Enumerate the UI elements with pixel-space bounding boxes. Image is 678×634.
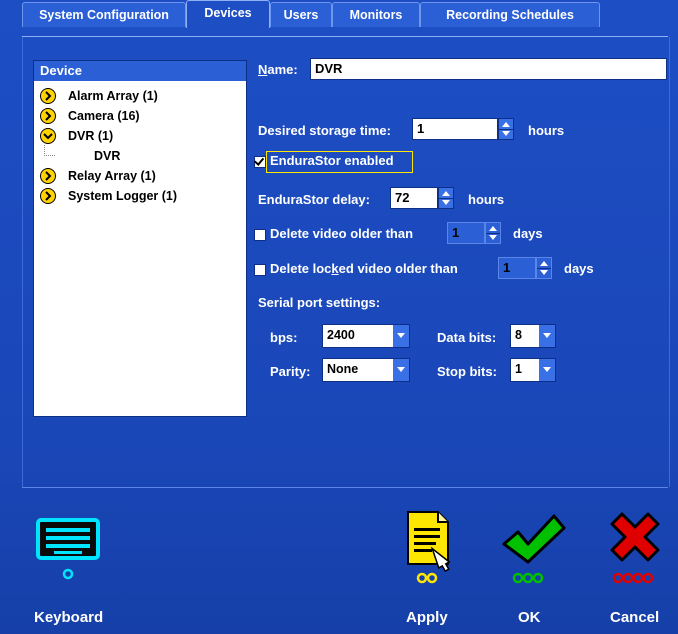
tab-system-configuration[interactable]: System Configuration — [22, 2, 186, 27]
endurastor-enabled-checkbox[interactable] — [254, 156, 266, 168]
name-label: Name: — [258, 62, 298, 77]
parity-label: Parity: — [270, 364, 311, 379]
spin-down-icon[interactable] — [489, 235, 497, 240]
tree-item-alarm-array[interactable]: Alarm Array (1) — [40, 87, 158, 105]
tree-item-label: Relay Array (1) — [68, 169, 156, 183]
spin-up-icon[interactable] — [442, 191, 450, 196]
storage-time-unit: hours — [528, 123, 565, 138]
data-bits-label: Data bits: — [437, 330, 497, 345]
stop-bits-label: Stop bits: — [437, 364, 497, 379]
storage-time-input[interactable]: 1 — [412, 118, 498, 140]
apply-button[interactable] — [402, 508, 462, 588]
tree-item-label: Camera (16) — [68, 109, 140, 123]
ok-label[interactable]: OK — [518, 609, 541, 626]
chevron-down-icon[interactable] — [539, 325, 555, 347]
expand-arrow-icon[interactable] — [40, 167, 56, 184]
tree-item-label: DVR (1) — [68, 129, 114, 143]
parity-dropdown[interactable]: None — [322, 358, 410, 382]
endurastor-delay-unit: hours — [468, 192, 505, 207]
delete-video-days-input[interactable]: 1 — [447, 222, 485, 244]
checkmark-icon — [502, 514, 566, 584]
keyboard-label[interactable]: Keyboard — [34, 609, 103, 626]
delete-locked-video-checkbox[interactable] — [254, 264, 266, 276]
data-bits-dropdown[interactable]: 8 — [510, 324, 556, 348]
tab-devices[interactable]: Devices — [186, 0, 270, 28]
panel-divider — [22, 487, 668, 488]
tab-monitors[interactable]: Monitors — [332, 2, 420, 27]
device-tree[interactable]: Device Alarm Array (1) Camera (16) DVR (… — [33, 60, 247, 417]
spin-down-icon[interactable] — [540, 270, 548, 275]
tree-item-relay-array[interactable]: Relay Array (1) — [40, 167, 156, 185]
spin-down-icon[interactable] — [502, 131, 510, 136]
tree-subitem-dvr[interactable]: DVR — [94, 147, 120, 165]
endurastor-delay-label: EnduraStor delay: — [258, 192, 370, 207]
delete-locked-days-spinner[interactable] — [536, 257, 552, 279]
keyboard-button[interactable] — [34, 516, 114, 586]
tree-item-camera[interactable]: Camera (16) — [40, 107, 140, 125]
delete-video-unit: days — [513, 226, 543, 241]
bps-dropdown[interactable]: 2400 — [322, 324, 410, 348]
delete-locked-video-label[interactable]: Delete locked video older than — [270, 261, 458, 276]
expand-arrow-icon[interactable] — [40, 107, 56, 124]
bps-value: 2400 — [327, 328, 355, 342]
parity-value: None — [327, 362, 359, 376]
tree-connector-line — [44, 145, 55, 156]
serial-port-header: Serial port settings: — [258, 295, 381, 310]
chevron-down-icon[interactable] — [393, 325, 409, 347]
chevron-down-icon[interactable] — [393, 359, 409, 381]
expand-arrow-icon[interactable] — [40, 187, 56, 204]
device-tree-header: Device — [34, 61, 246, 81]
data-bits-value: 8 — [515, 328, 522, 342]
spin-up-icon[interactable] — [489, 226, 497, 231]
storage-time-spinner[interactable] — [498, 118, 514, 140]
spin-up-icon[interactable] — [540, 261, 548, 266]
close-icon — [610, 512, 660, 584]
collapse-arrow-icon[interactable] — [40, 127, 56, 144]
delete-locked-unit: days — [564, 261, 594, 276]
delete-video-checkbox[interactable] — [254, 229, 266, 241]
apply-icon — [407, 511, 451, 584]
tab-recording-schedules[interactable]: Recording Schedules — [420, 2, 600, 27]
tab-users[interactable]: Users — [270, 2, 332, 27]
endurastor-delay-input[interactable]: 72 — [390, 187, 438, 209]
stop-bits-dropdown[interactable]: 1 — [510, 358, 556, 382]
endurastor-enabled-label[interactable]: EnduraStor enabled — [270, 153, 394, 168]
tree-item-system-logger[interactable]: System Logger (1) — [40, 187, 177, 205]
ok-button[interactable] — [498, 510, 568, 588]
application-window: System Configuration Devices Users Monit… — [0, 0, 678, 634]
name-input[interactable]: DVR — [310, 58, 667, 80]
spin-up-icon[interactable] — [502, 122, 510, 127]
bps-label: bps: — [270, 330, 298, 345]
spin-down-icon[interactable] — [442, 200, 450, 205]
cancel-button[interactable] — [604, 510, 668, 588]
apply-label[interactable]: Apply — [406, 609, 448, 626]
chevron-down-icon[interactable] — [539, 359, 555, 381]
delete-video-label[interactable]: Delete video older than — [270, 226, 413, 241]
tree-item-label: System Logger (1) — [68, 189, 178, 203]
tree-item-label: Alarm Array (1) — [68, 89, 158, 103]
cancel-label[interactable]: Cancel — [610, 609, 659, 626]
stop-bits-value: 1 — [515, 362, 522, 376]
storage-time-label: Desired storage time: — [258, 123, 391, 138]
delete-video-days-spinner[interactable] — [485, 222, 501, 244]
endurastor-delay-spinner[interactable] — [438, 187, 454, 209]
expand-arrow-icon[interactable] — [40, 87, 56, 104]
delete-locked-days-input[interactable]: 1 — [498, 257, 536, 279]
keyboard-icon — [36, 518, 100, 580]
tree-item-dvr[interactable]: DVR (1) — [40, 127, 113, 145]
